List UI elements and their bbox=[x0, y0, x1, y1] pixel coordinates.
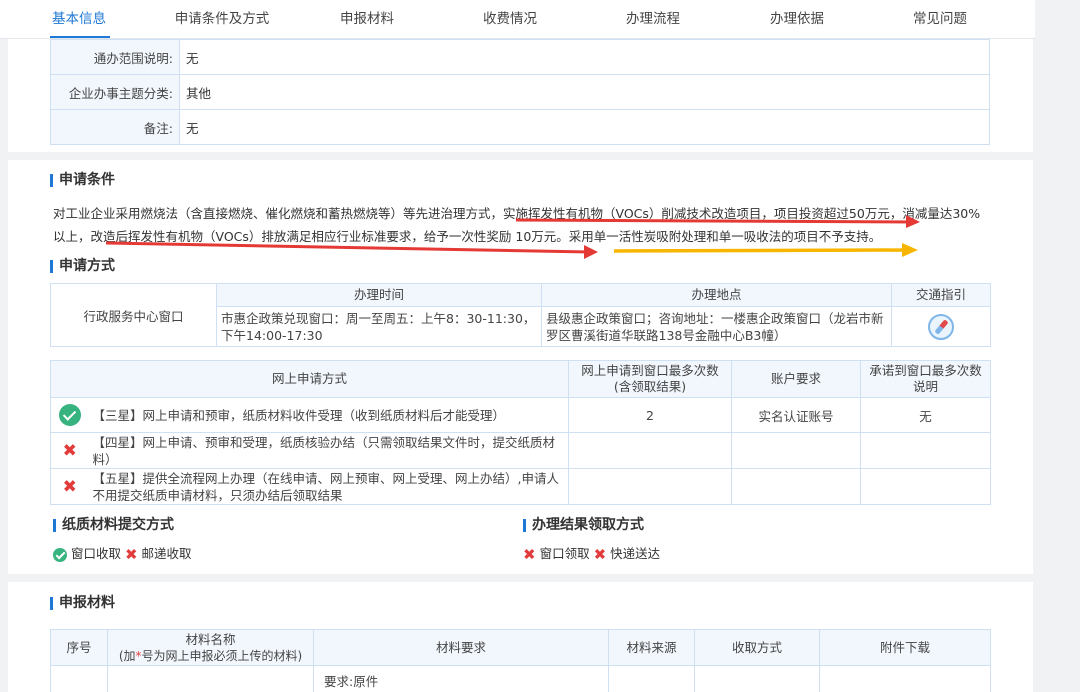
table-row: ✖ 【四星】网上申请、预审和受理，纸质核验办结（只需领取结果文件时，提交纸质材料… bbox=[50, 432, 992, 469]
arrow-head-1 bbox=[906, 215, 920, 228]
tab-process[interactable]: 办理流程 bbox=[606, 0, 700, 38]
underline-arrow-2 bbox=[105, 241, 591, 254]
basic-info-table: 通办范围说明: 无 企业办事主题分类: 其他 备注: 无 bbox=[50, 39, 990, 145]
name-header-title: 材料名称 bbox=[185, 631, 236, 647]
paper-option-window: 窗口收取 bbox=[70, 546, 121, 561]
max-visits-cell: 2 bbox=[568, 397, 733, 433]
close-icon: ✖ bbox=[593, 545, 607, 564]
materials-card: 申报材料 序号 材料名称 (加*号为网上申报必须上传的材料) 材料要求 材料来源… bbox=[8, 582, 1033, 692]
result-receive-options: ✖ 窗口领取 ✖ 快递送达 bbox=[523, 543, 660, 564]
paper-submit-options: 窗口收取 ✖ 邮递收取 bbox=[53, 543, 192, 564]
table-row: 备注: 无 bbox=[50, 109, 990, 145]
close-icon: ✖ bbox=[523, 545, 536, 564]
promise-cell bbox=[860, 432, 992, 469]
arrow-head-3 bbox=[902, 243, 918, 257]
note-suffix: 号为网上申报必须上传的材料) bbox=[141, 648, 303, 663]
info-label: 通办范围说明: bbox=[50, 39, 180, 75]
promise-cell bbox=[860, 468, 992, 505]
max-visits-header: 网上申请到窗口最多次数(含领取结果) bbox=[568, 360, 733, 398]
table-row: 序号 材料名称 (加*号为网上申报必须上传的材料) 材料要求 材料来源 收取方式… bbox=[50, 629, 991, 666]
close-icon: ✖ bbox=[124, 545, 138, 564]
top-tab-bar: 基本信息 申请条件及方式 申报材料 收费情况 办理流程 办理依据 常见问题 bbox=[0, 0, 1035, 39]
max-visits-cell bbox=[568, 432, 733, 469]
tab-basis[interactable]: 办理依据 bbox=[750, 0, 844, 38]
underline-arrow-1 bbox=[515, 218, 914, 224]
name-header-note: (加*号为网上申报必须上传的材料) bbox=[112, 648, 309, 664]
table-row: 要求:原件 bbox=[50, 665, 991, 692]
online-method-text: 【四星】网上申请、预审和受理，纸质核验办结（只需领取结果文件时，提交纸质材料） bbox=[88, 432, 570, 469]
online-method-header: 网上申请方式 bbox=[49, 360, 570, 398]
name-header: 材料名称 (加*号为网上申报必须上传的材料) bbox=[107, 629, 314, 666]
close-icon: ✖ bbox=[62, 476, 77, 497]
table-row: 企业办事主题分类: 其他 bbox=[50, 74, 990, 110]
tab-conditions[interactable]: 申请条件及方式 bbox=[160, 0, 284, 38]
result-option-window: 窗口领取 bbox=[539, 546, 590, 561]
account-cell: 实名认证账号 bbox=[731, 397, 862, 433]
traffic-cell bbox=[891, 306, 991, 347]
active-tab-indicator bbox=[50, 36, 110, 38]
account-cell bbox=[731, 432, 862, 469]
promise-header: 承诺到窗口最多次数说明 bbox=[860, 360, 992, 398]
info-label: 企业办事主题分类: bbox=[50, 74, 180, 110]
time-cell: 市惠企政策兑现窗口：周一至周五：上午8：30-11:30，下午14:00-17:… bbox=[216, 306, 542, 347]
underline-arrow-3 bbox=[613, 248, 909, 253]
attachment-header: 附件下载 bbox=[819, 629, 991, 666]
requirement-cell: 要求:原件 bbox=[313, 665, 609, 692]
check-circle-icon bbox=[53, 547, 67, 562]
requirement-header: 材料要求 bbox=[313, 629, 609, 666]
annotation-arrows bbox=[105, 215, 920, 259]
basic-info-card: 通办范围说明: 无 企业办事主题分类: 其他 备注: 无 bbox=[8, 39, 1033, 152]
receive-header: 收取方式 bbox=[694, 629, 820, 666]
max-visits-cell bbox=[568, 468, 733, 505]
table-row: 通办范围说明: 无 bbox=[50, 39, 990, 75]
account-cell bbox=[731, 468, 862, 505]
online-method-text: 【三星】网上申请和预审，纸质材料收件受理（收到纸质材料后才能受理） bbox=[88, 397, 570, 433]
tab-materials[interactable]: 申报材料 bbox=[320, 0, 414, 38]
index-header: 序号 bbox=[50, 629, 108, 666]
tab-faq[interactable]: 常见问题 bbox=[893, 0, 987, 38]
traffic-header: 交通指引 bbox=[891, 283, 991, 307]
arrow-head-2 bbox=[584, 245, 598, 259]
paper-submit-heading: 纸质材料提交方式 bbox=[53, 517, 174, 533]
paper-option-mail: 邮递收取 bbox=[141, 546, 192, 561]
place-cell: 县级惠企政策窗口；咨询地址：一楼惠企政策窗口（龙岩市新罗区曹溪街道华联路138号… bbox=[541, 306, 892, 347]
result-receive-heading: 办理结果领取方式 bbox=[523, 517, 644, 533]
info-label: 备注: bbox=[50, 109, 180, 145]
result-option-express: 快递送达 bbox=[610, 546, 661, 561]
close-icon: ✖ bbox=[62, 440, 77, 461]
conditions-card: 申请条件 对工业企业采用燃烧法（含直接燃烧、催化燃烧和蓄热燃烧等）等先进治理方式… bbox=[8, 160, 1033, 574]
online-method-text: 【五星】提供全流程网上办理（在线申请、网上预审、网上受理、网上办结）,申请人不用… bbox=[88, 468, 570, 505]
table-row: ✖ 【五星】提供全流程网上办理（在线申请、网上预审、网上受理、网上办结）,申请人… bbox=[50, 468, 992, 505]
check-circle-icon bbox=[58, 404, 81, 426]
account-header: 账户要求 bbox=[731, 360, 862, 398]
place-header: 办理地点 bbox=[541, 283, 892, 307]
materials-heading: 申报材料 bbox=[50, 595, 115, 611]
channel-cell: 行政服务中心窗口 bbox=[50, 283, 217, 347]
compass-icon[interactable] bbox=[928, 313, 954, 340]
online-apply-table: 网上申请方式 网上申请到窗口最多次数(含领取结果) 账户要求 承诺到窗口最多次数… bbox=[49, 360, 992, 505]
info-value: 无 bbox=[179, 39, 990, 75]
apply-method-heading: 申请方式 bbox=[50, 258, 115, 274]
tab-fees[interactable]: 收费情况 bbox=[463, 0, 557, 38]
note-prefix: (加 bbox=[118, 648, 136, 663]
right-scroll-gutter bbox=[1035, 0, 1080, 692]
info-value: 无 bbox=[179, 109, 990, 145]
time-header: 办理时间 bbox=[216, 283, 542, 307]
table-row: 网上申请方式 网上申请到窗口最多次数(含领取结果) 账户要求 承诺到窗口最多次数… bbox=[49, 360, 992, 398]
info-value: 其他 bbox=[179, 74, 990, 110]
window-apply-table: 行政服务中心窗口 办理时间 办理地点 交通指引 市惠企政策兑现窗口：周一至周五：… bbox=[50, 283, 991, 347]
tab-basic-info[interactable]: 基本信息 bbox=[20, 0, 138, 38]
table-row: 行政服务中心窗口 办理时间 办理地点 交通指引 bbox=[50, 283, 991, 347]
promise-cell: 无 bbox=[860, 397, 992, 433]
source-header: 材料来源 bbox=[608, 629, 695, 666]
materials-table: 序号 材料名称 (加*号为网上申报必须上传的材料) 材料要求 材料来源 收取方式… bbox=[50, 629, 991, 692]
table-row: 【三星】网上申请和预审，纸质材料收件受理（收到纸质材料后才能受理） 2 实名认证… bbox=[50, 397, 992, 433]
